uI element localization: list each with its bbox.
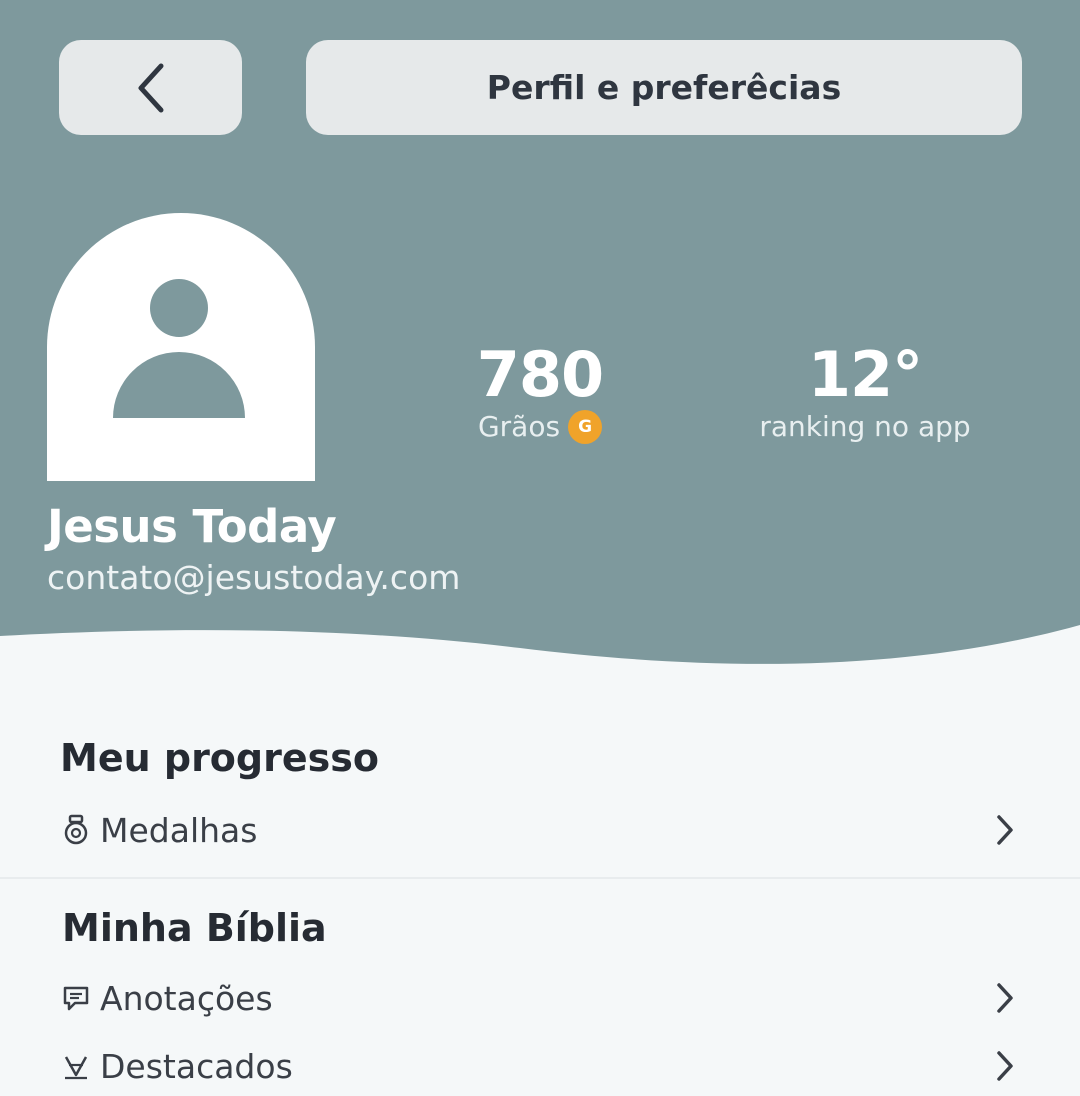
section-title-progress: Meu progresso <box>60 736 379 780</box>
section-divider <box>0 877 1080 879</box>
ranking-value: 12° <box>807 338 923 411</box>
coin-icon: G <box>568 410 603 444</box>
medal-icon <box>60 814 92 846</box>
chevron-right-icon <box>990 1046 1020 1086</box>
avatar[interactable] <box>47 213 315 481</box>
user-name: Jesus Today <box>47 500 337 553</box>
list-item-anotacoes[interactable]: Anotações <box>60 968 1020 1028</box>
page-title: Perfil e preferêcias <box>486 68 842 107</box>
grains-value: 780 <box>476 338 604 411</box>
grains-stat: 780 Grãos G <box>440 340 640 444</box>
section-title-bible: Minha Bíblia <box>62 906 327 950</box>
highlighter-icon <box>60 1050 92 1082</box>
chevron-left-icon <box>138 63 163 112</box>
list-item-destacados[interactable]: Destacados <box>60 1036 1020 1096</box>
ranking-label: ranking no app <box>759 410 971 443</box>
note-icon <box>60 982 92 1014</box>
chevron-right-icon <box>990 978 1020 1018</box>
list-item-label: Medalhas <box>100 810 258 850</box>
ranking-stat: 12° ranking no app <box>740 340 990 444</box>
user-email: contato@jesustoday.com <box>47 558 461 597</box>
list-item-label: Anotações <box>100 978 273 1018</box>
chevron-right-icon <box>990 810 1020 850</box>
list-item-medalhas[interactable]: Medalhas <box>60 800 1020 860</box>
back-button[interactable] <box>59 40 242 135</box>
grains-label: Grãos <box>477 410 561 443</box>
page-title-bar: Perfil e preferêcias <box>306 40 1022 135</box>
